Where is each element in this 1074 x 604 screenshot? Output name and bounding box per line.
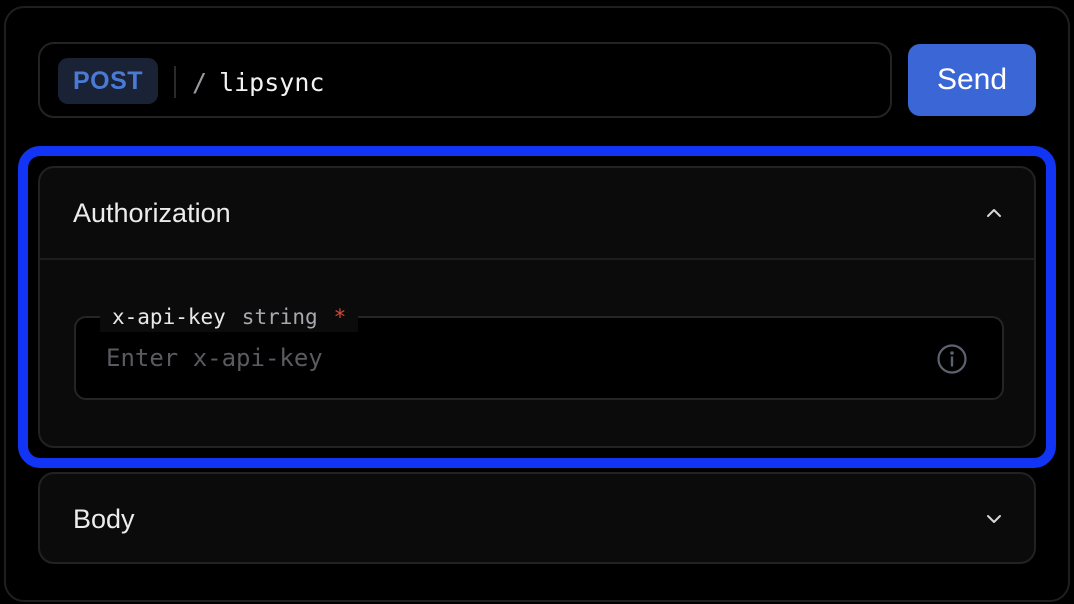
body-panel: Body xyxy=(38,472,1036,564)
http-method-badge[interactable]: POST xyxy=(58,58,158,104)
request-url-bar: POST / lipsync xyxy=(38,42,892,118)
body-title: Body xyxy=(73,503,135,534)
focus-highlight-outline xyxy=(18,146,1056,468)
path-separator: / xyxy=(192,67,208,97)
body-header[interactable]: Body xyxy=(40,474,1034,564)
endpoint-path-text: lipsync xyxy=(219,67,325,97)
endpoint-path: / lipsync xyxy=(192,62,324,102)
send-button[interactable]: Send xyxy=(908,44,1036,116)
url-divider xyxy=(174,66,176,98)
chevron-down-icon[interactable] xyxy=(984,509,1004,529)
